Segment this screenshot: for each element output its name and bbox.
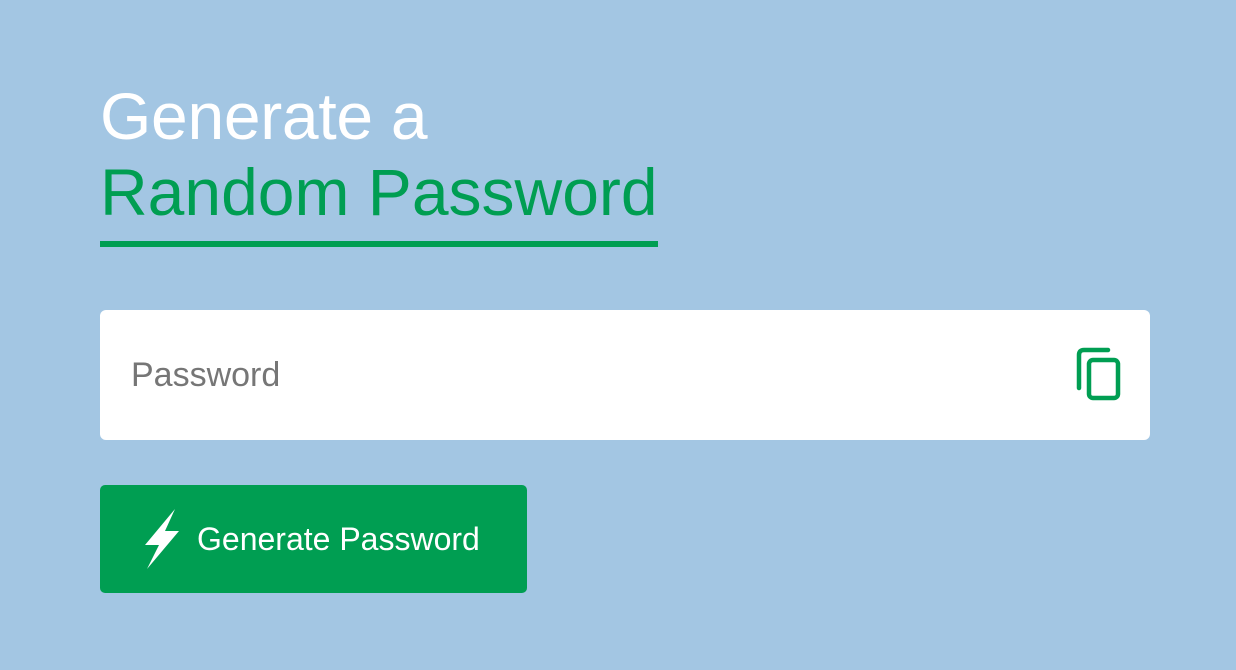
- copy-icon: [1076, 347, 1121, 401]
- lightning-bolt-icon: [145, 509, 179, 569]
- password-field-container: [100, 310, 1150, 440]
- generate-password-button[interactable]: Generate Password: [100, 485, 527, 593]
- title-line-2-highlight: Random Password: [100, 154, 658, 247]
- title-line-1: Generate a: [100, 79, 428, 153]
- copy-button[interactable]: [1074, 346, 1124, 404]
- generate-password-label: Generate Password: [197, 521, 480, 557]
- page-title: Generate a Random Password: [100, 78, 658, 247]
- password-input[interactable]: [100, 310, 1040, 440]
